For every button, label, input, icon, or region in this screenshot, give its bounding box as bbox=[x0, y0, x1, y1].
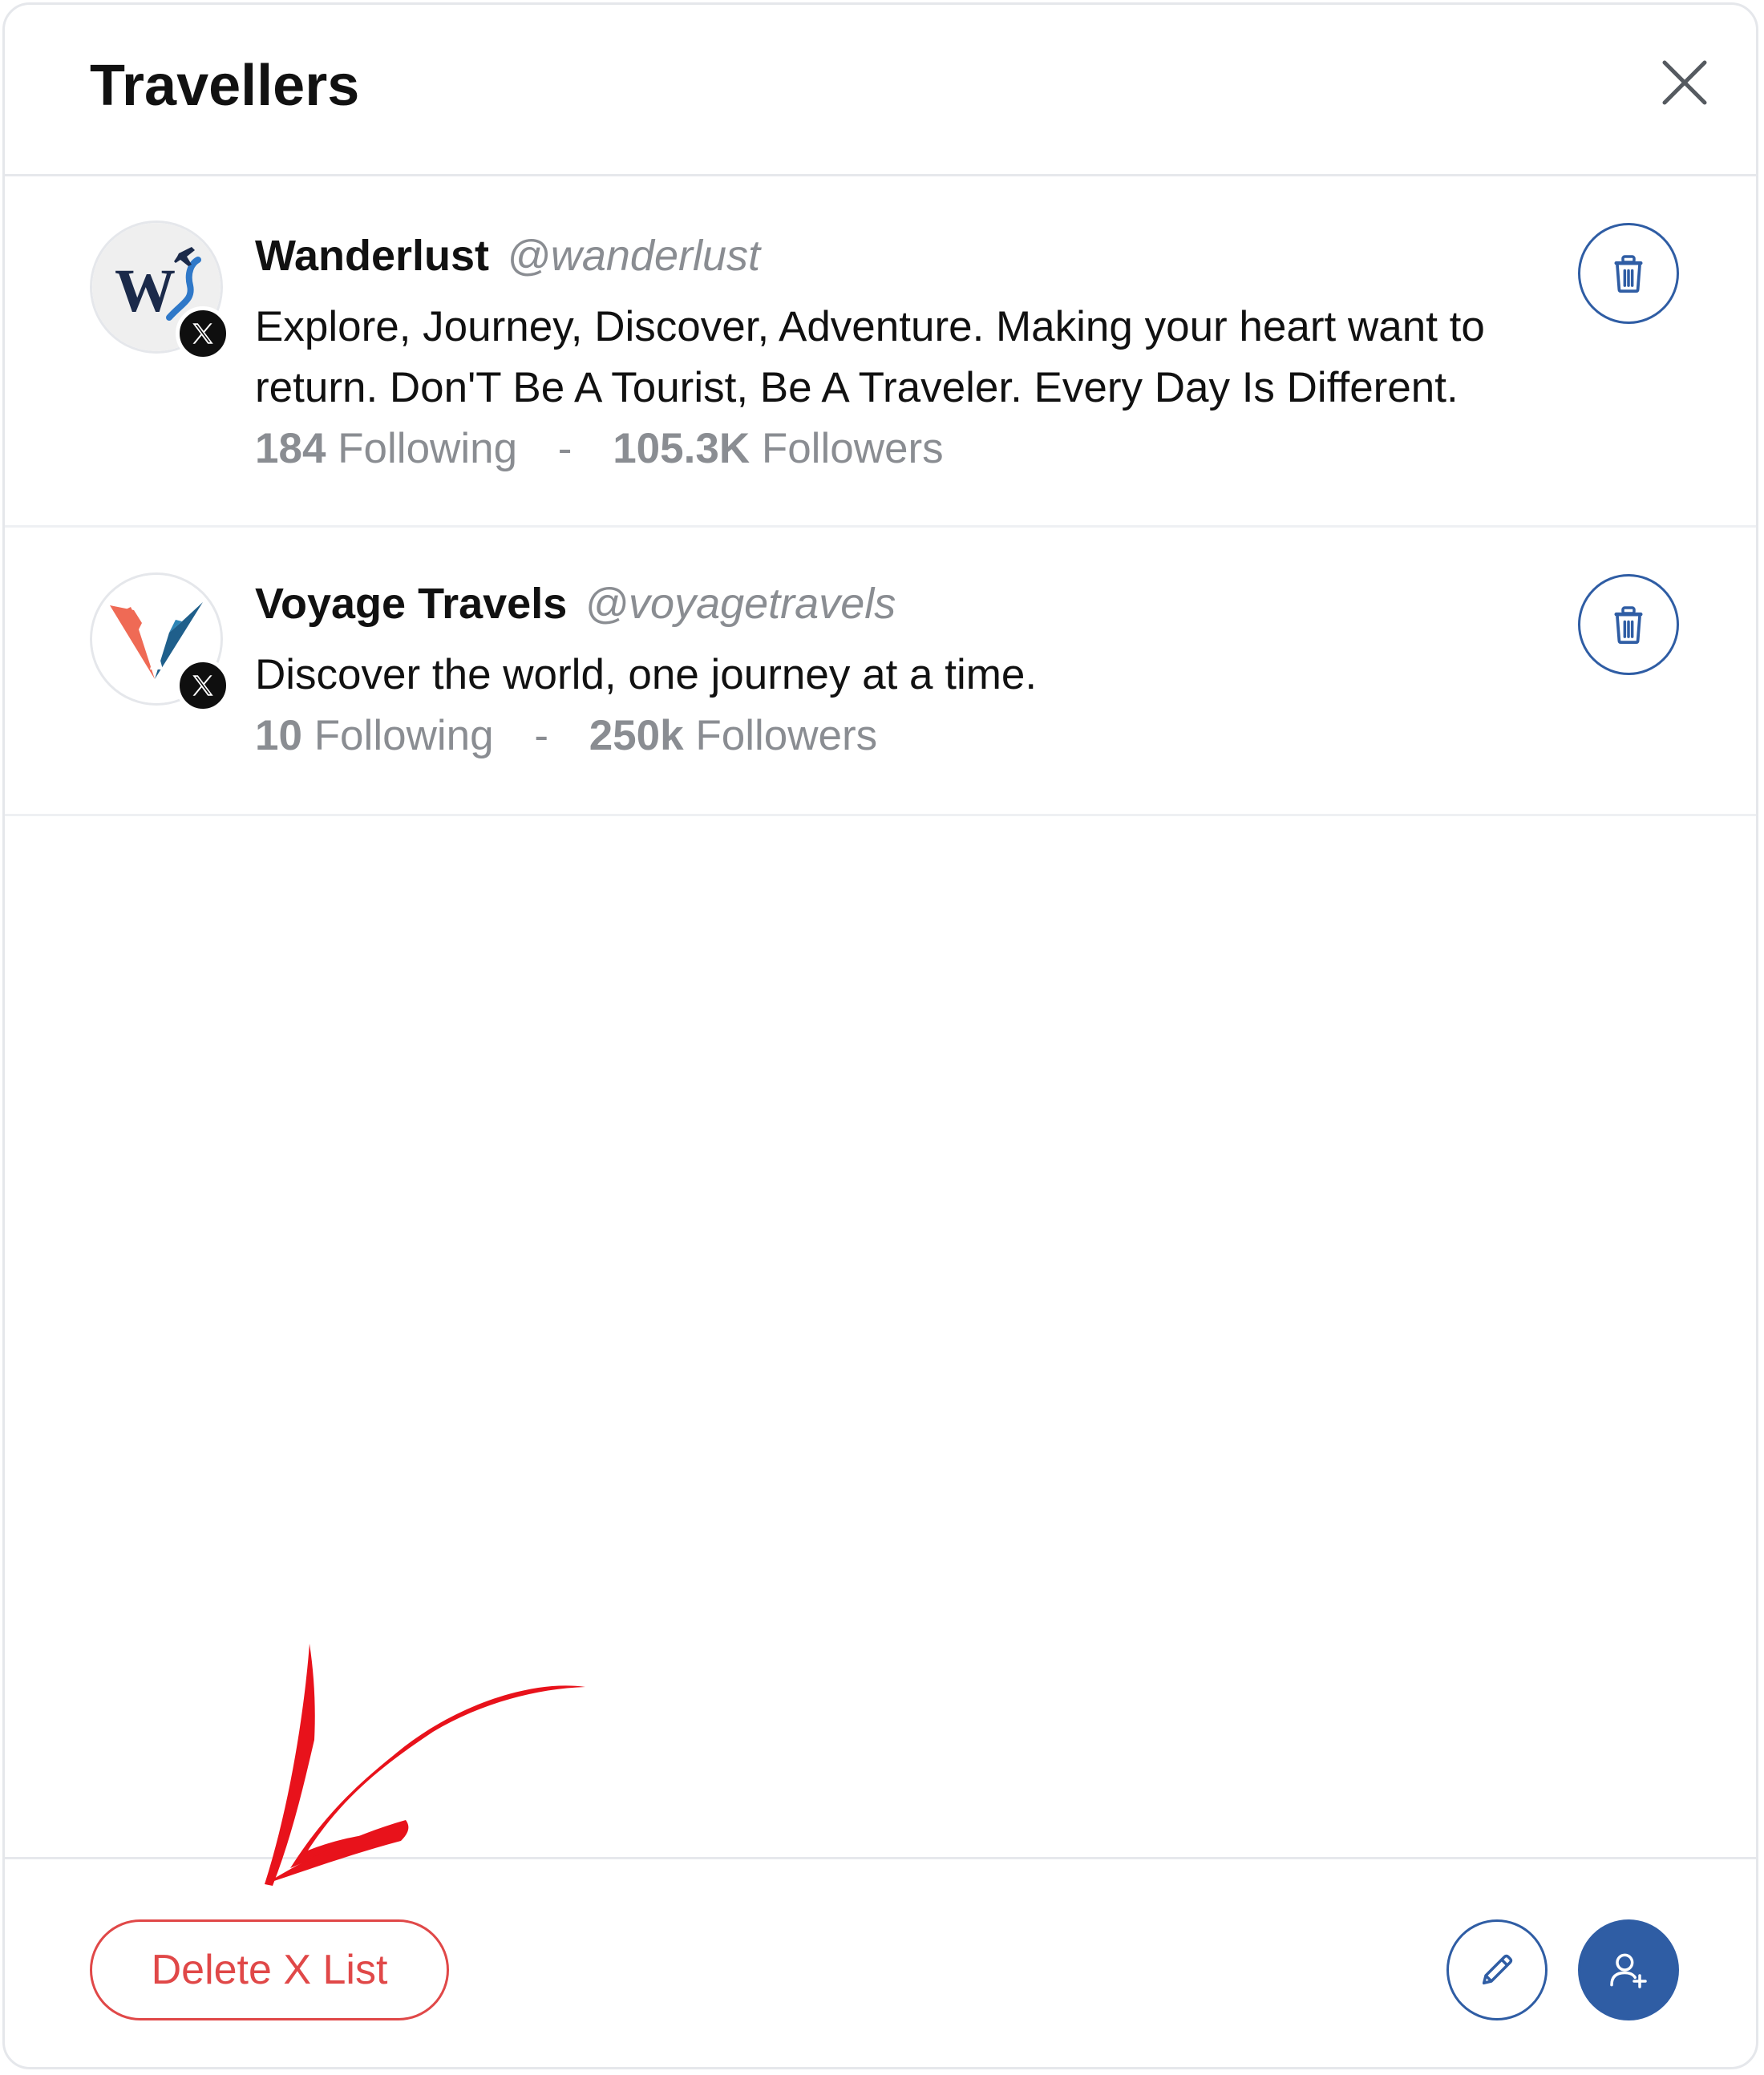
remove-member-button[interactable] bbox=[1578, 223, 1679, 324]
member-info: Wanderlust @wanderlust Explore, Journey, … bbox=[255, 224, 1538, 479]
panel-footer: Delete X List bbox=[5, 1857, 1756, 2067]
pencil-icon bbox=[1482, 1954, 1513, 1985]
following-count: 184 bbox=[255, 425, 326, 472]
member-name[interactable]: Wanderlust bbox=[255, 232, 489, 280]
member-bio: Explore, Journey, Discover, Adventure. M… bbox=[255, 303, 1485, 411]
x-icon bbox=[192, 675, 213, 696]
travellers-list-panel: Travellers W Wanderlust @wanderlust Expl… bbox=[2, 2, 1758, 2069]
delete-x-list-button[interactable]: Delete X List bbox=[90, 1919, 449, 2020]
x-platform-badge bbox=[176, 306, 230, 361]
trash-icon bbox=[1614, 255, 1643, 293]
add-member-button[interactable] bbox=[1578, 1919, 1679, 2020]
followers-count: 250k bbox=[589, 712, 684, 759]
member-bio: Discover the world, one journey at a tim… bbox=[255, 651, 1038, 698]
user-plus-icon bbox=[1610, 1953, 1647, 1988]
remove-member-button[interactable] bbox=[1578, 574, 1679, 675]
following-count: 10 bbox=[255, 712, 302, 759]
list-member-row: Voyage Travels @voyagetravels Discover th… bbox=[5, 528, 1756, 816]
close-icon bbox=[1662, 60, 1707, 105]
followers-label: Followers bbox=[761, 425, 944, 472]
member-name[interactable]: Voyage Travels bbox=[255, 580, 567, 628]
panel-header: Travellers bbox=[5, 5, 1756, 176]
member-handle[interactable]: @wanderlust bbox=[507, 232, 760, 280]
edit-list-button[interactable] bbox=[1446, 1919, 1548, 2020]
followers-label: Followers bbox=[695, 712, 878, 759]
following-label: Following bbox=[338, 425, 518, 472]
followers-count: 105.3K bbox=[613, 425, 751, 472]
member-stats: 10 Following - 250k Followers bbox=[255, 706, 1538, 766]
avatar bbox=[90, 572, 230, 713]
avatar: W bbox=[90, 220, 230, 361]
member-info: Voyage Travels @voyagetravels Discover th… bbox=[255, 572, 1538, 766]
x-icon bbox=[192, 323, 213, 344]
member-stats: 184 Following - 105.3K Followers bbox=[255, 419, 1538, 479]
x-platform-badge bbox=[176, 658, 230, 713]
list-member-row: W Wanderlust @wanderlust Explore, Journey… bbox=[5, 176, 1756, 528]
stats-separator: - bbox=[534, 712, 548, 759]
close-button[interactable] bbox=[1657, 55, 1713, 111]
following-label: Following bbox=[314, 712, 494, 759]
member-handle[interactable]: @voyagetravels bbox=[585, 580, 896, 628]
trash-icon bbox=[1614, 606, 1643, 645]
list-title: Travellers bbox=[90, 54, 360, 118]
stats-separator: - bbox=[557, 425, 572, 472]
svg-text:W: W bbox=[115, 257, 176, 325]
